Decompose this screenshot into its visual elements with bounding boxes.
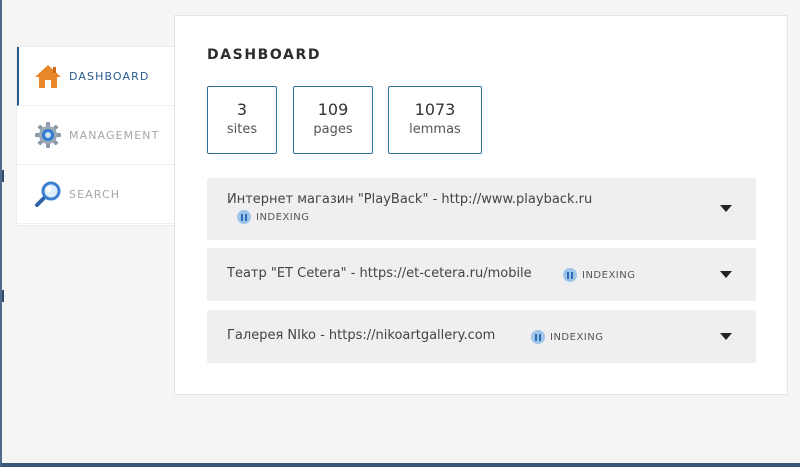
status-badge: INDEXING: [563, 268, 635, 282]
stat-card-pages: 109 pages: [293, 86, 373, 154]
sidebar-item-label: DASHBOARD: [69, 69, 150, 83]
site-row[interactable]: Галерея NIko - https://nikoartgallery.co…: [207, 310, 756, 363]
site-row[interactable]: Театр "ET Cetera" - https://et-cetera.ru…: [207, 248, 756, 301]
magnifier-icon: [33, 179, 63, 209]
site-name: Галерея NIko - https://nikoartgallery.co…: [227, 328, 496, 343]
stat-value: 1073: [414, 100, 456, 119]
chevron-down-icon[interactable]: [720, 333, 732, 340]
page-title: DASHBOARD: [207, 47, 322, 63]
sidebar-item-management[interactable]: MANAGEMENT: [17, 106, 175, 165]
sidebar-item-label: MANAGEMENT: [69, 128, 160, 142]
site-name: Интернет магазин "PlayBack" - http://www…: [227, 192, 593, 207]
dashboard-panel: DASHBOARD 3 sites 109 pages 1073 lemmas …: [174, 15, 788, 395]
pause-icon: [563, 268, 577, 282]
sidebar-item-label: SEARCH: [69, 187, 121, 201]
pause-icon: [531, 330, 545, 344]
home-icon: [33, 61, 63, 91]
stat-label: sites: [226, 122, 258, 137]
chevron-down-icon[interactable]: [720, 205, 732, 212]
gear-icon: [33, 120, 63, 150]
status-label: INDEXING: [256, 211, 310, 223]
site-name: Театр "ET Cetera" - https://et-cetera.ru…: [227, 266, 532, 281]
stat-label: pages: [313, 122, 353, 137]
status-label: INDEXING: [550, 331, 604, 343]
stat-value: 109: [317, 100, 349, 119]
status-badge: INDEXING: [237, 210, 309, 224]
chevron-down-icon[interactable]: [720, 271, 732, 278]
stat-value: 3: [236, 100, 248, 119]
site-row[interactable]: Интернет магазин "PlayBack" - http://www…: [207, 178, 756, 240]
status-label: INDEXING: [582, 269, 636, 281]
sidebar: DASHBOARD MANAGEMENT SEARCH: [16, 46, 175, 226]
pause-icon: [237, 210, 251, 224]
stat-label: lemmas: [409, 122, 461, 137]
frame-marker: [2, 170, 4, 182]
stat-card-lemmas: 1073 lemmas: [388, 86, 482, 154]
sidebar-item-search[interactable]: SEARCH: [17, 165, 175, 224]
frame-marker: [2, 290, 4, 302]
sidebar-item-dashboard[interactable]: DASHBOARD: [17, 47, 175, 106]
status-badge: INDEXING: [531, 330, 603, 344]
stat-card-sites: 3 sites: [207, 86, 277, 154]
